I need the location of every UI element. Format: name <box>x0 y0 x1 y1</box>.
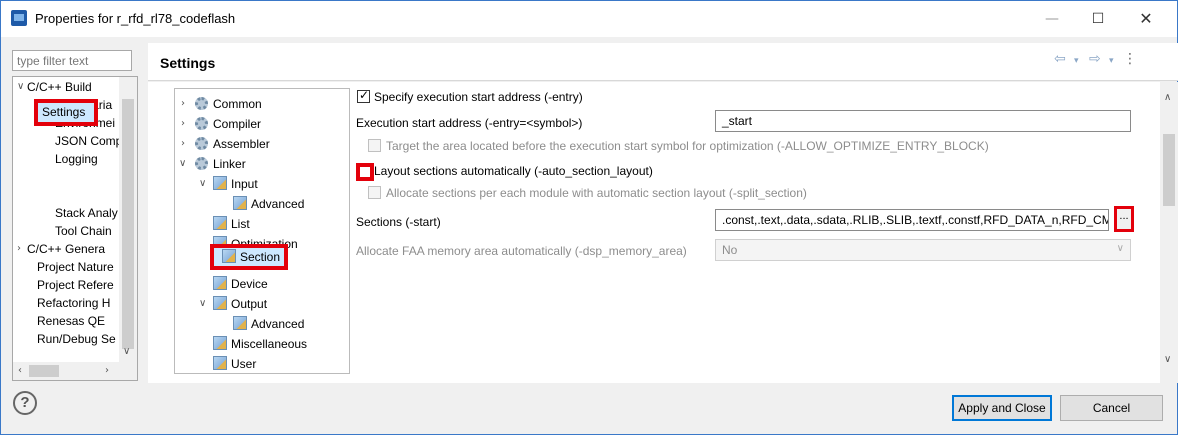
gear-icon <box>195 137 208 150</box>
tree-item-stack-analysis[interactable]: Stack Analy <box>55 204 118 222</box>
auto-section-label: Layout sections automatically (-auto_sec… <box>374 164 653 178</box>
tree-horizontal-scrollbar[interactable] <box>13 362 137 380</box>
maximize-button[interactable]: ☐ <box>1075 1 1121 37</box>
tool-settings-tree: › Common › Compiler › Assembler ∨ Linker… <box>174 88 350 374</box>
settings-page-icon <box>213 276 227 290</box>
tool-item-output[interactable]: Output <box>213 295 267 313</box>
window-title: Properties for r_rfd_rl78_codeflash <box>35 11 236 26</box>
tree-item-project-natures[interactable]: Project Nature <box>37 258 114 276</box>
faa-select-value: No <box>722 243 738 257</box>
tree-item-run-debug-settings[interactable]: Run/Debug Se <box>37 330 116 348</box>
tool-item-common[interactable]: Common <box>195 95 262 113</box>
gear-icon <box>195 97 208 110</box>
tool-item-input[interactable]: Input <box>213 175 258 193</box>
section-settings-content: Specify execution start address (-entry)… <box>353 82 1158 383</box>
optimize-entry-checkbox[interactable] <box>368 139 381 152</box>
tree-vertical-scrollbar[interactable] <box>119 77 137 362</box>
entry-address-label: Execution start address (-entry=<symbol>… <box>356 116 583 130</box>
title-bar: Properties for r_rfd_rl78_codeflash — ☐ … <box>1 1 1177 37</box>
tree-item-tool-chain[interactable]: Tool Chain <box>55 222 112 240</box>
tool-item-miscellaneous[interactable]: Miscellaneous <box>213 335 307 353</box>
chevron-down-icon[interactable]: ∨ <box>179 158 186 169</box>
tool-item-section[interactable]: Section <box>222 248 280 266</box>
gear-icon <box>195 117 208 130</box>
auto-section-checkbox[interactable] <box>356 163 374 181</box>
scroll-up-icon[interactable]: ∧ <box>1164 92 1171 103</box>
filter-input[interactable]: type filter text <box>12 50 132 71</box>
sections-label: Sections (-start) <box>356 215 441 229</box>
back-menu-icon[interactable]: ▾ <box>1074 56 1079 66</box>
back-icon[interactable]: ⇦ <box>1054 51 1066 67</box>
gear-icon <box>195 157 208 170</box>
tree-item-settings-highlight[interactable]: Settings <box>34 99 98 126</box>
scroll-down-icon[interactable]: ∨ <box>123 346 130 357</box>
tree-item-refactoring-history[interactable]: Refactoring H <box>37 294 110 312</box>
settings-panel: › Common › Compiler › Assembler ∨ Linker… <box>148 82 1178 383</box>
app-icon <box>11 10 27 26</box>
tree-item-json-compilation[interactable]: JSON Comp <box>55 132 122 150</box>
entry-address-field[interactable]: _start <box>715 110 1131 132</box>
settings-page-icon <box>213 336 227 350</box>
tool-item-output-advanced[interactable]: Advanced <box>233 315 304 333</box>
chevron-down-icon[interactable]: ∨ <box>17 81 24 92</box>
chevron-down-icon[interactable]: ∨ <box>199 298 206 309</box>
page-title: Settings <box>160 55 216 71</box>
chevron-right-icon[interactable]: › <box>181 98 185 109</box>
tool-item-section-highlight[interactable]: Section <box>210 244 288 270</box>
tool-item-list[interactable]: List <box>213 215 250 233</box>
chevron-down-icon[interactable]: ∨ <box>199 178 206 189</box>
tool-item-device[interactable]: Device <box>213 275 268 293</box>
tool-item-user[interactable]: User <box>213 355 256 373</box>
tool-item-input-advanced[interactable]: Advanced <box>233 195 304 213</box>
scroll-right-icon[interactable]: › <box>105 365 109 376</box>
more-menu-icon[interactable]: ⋮ <box>1123 51 1137 67</box>
tool-item-assembler[interactable]: Assembler <box>195 135 270 153</box>
sections-field[interactable]: .const,.text,.data,.sdata,.RLIB,.SLIB,.t… <box>715 209 1109 231</box>
chevron-right-icon[interactable]: › <box>181 138 185 149</box>
cancel-button[interactable]: Cancel <box>1060 395 1163 421</box>
tree-item-settings[interactable]: Settings <box>42 103 85 121</box>
settings-page-icon <box>213 216 227 230</box>
tree-item-project-references[interactable]: Project Refere <box>37 276 114 294</box>
tree-item-cpp-general[interactable]: C/C++ Genera <box>27 240 105 258</box>
faa-select[interactable]: No ∨ <box>715 239 1131 261</box>
chevron-right-icon[interactable]: › <box>17 243 21 254</box>
settings-vertical-scrollbar[interactable]: ∧ ∨ <box>1160 82 1178 383</box>
forward-menu-icon[interactable]: ▾ <box>1109 56 1114 66</box>
settings-page-icon <box>222 249 236 263</box>
faa-label: Allocate FAA memory area automatically (… <box>356 244 687 258</box>
settings-page-icon <box>213 356 227 370</box>
tree-item-cpp-build[interactable]: C/C++ Build <box>27 78 92 96</box>
page-header: Settings ⇦ ▾ ⇨ ▾ ⋮ <box>148 43 1178 81</box>
help-icon[interactable]: ? <box>13 391 37 415</box>
forward-icon[interactable]: ⇨ <box>1089 51 1101 67</box>
close-button[interactable]: ✕ <box>1123 1 1169 37</box>
scroll-left-icon[interactable]: ‹ <box>18 365 22 376</box>
settings-page-icon <box>233 316 247 330</box>
split-section-label: Allocate sections per each module with a… <box>386 186 807 200</box>
chevron-right-icon[interactable]: › <box>181 118 185 129</box>
sections-browse-button[interactable]: ... <box>1114 206 1134 232</box>
properties-dialog: Properties for r_rfd_rl78_codeflash — ☐ … <box>0 0 1178 435</box>
tool-item-linker[interactable]: Linker <box>195 155 246 173</box>
tree-item-renesas-qe[interactable]: Renesas QE <box>37 312 105 330</box>
apply-and-close-button[interactable]: Apply and Close <box>952 395 1052 421</box>
scroll-down-icon[interactable]: ∨ <box>1164 354 1171 365</box>
entry-checkbox-label: Specify execution start address (-entry) <box>374 90 583 104</box>
settings-page-icon <box>233 196 247 210</box>
settings-page-icon <box>213 176 227 190</box>
tool-item-compiler[interactable]: Compiler <box>195 115 261 133</box>
chevron-down-icon: ∨ <box>1116 243 1124 254</box>
minimize-button[interactable]: — <box>1029 1 1075 37</box>
tree-item-logging[interactable]: Logging <box>55 150 98 168</box>
entry-checkbox[interactable] <box>357 88 370 103</box>
optimize-entry-label: Target the area located before the execu… <box>386 139 989 153</box>
split-section-checkbox[interactable] <box>368 186 381 199</box>
settings-page-icon <box>213 296 227 310</box>
